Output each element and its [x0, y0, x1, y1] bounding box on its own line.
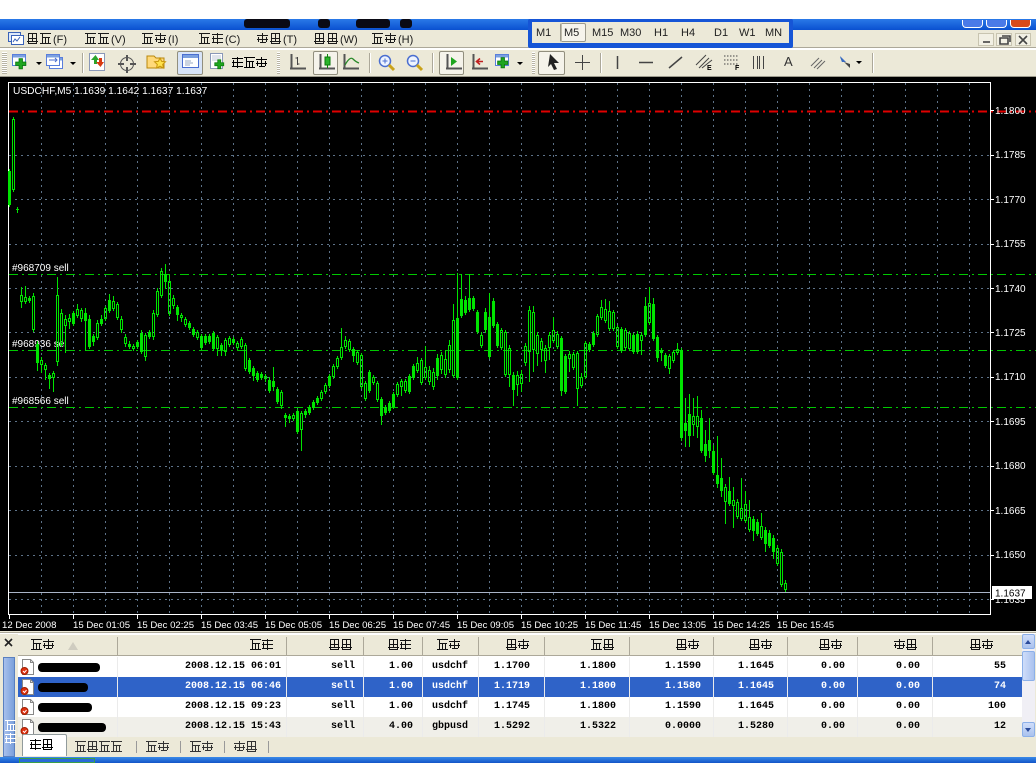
- svg-text:A: A: [784, 54, 793, 69]
- svg-text:15 Dec 09:05: 15 Dec 09:05: [457, 620, 514, 631]
- svg-text:E: E: [707, 65, 712, 72]
- svg-text:1.1637: 1.1637: [995, 589, 1026, 600]
- svg-text:1.1770: 1.1770: [995, 195, 1026, 206]
- svg-text:1.1650: 1.1650: [995, 550, 1026, 561]
- svg-text:1.1785: 1.1785: [995, 150, 1026, 161]
- svg-text:15 Dec 14:25: 15 Dec 14:25: [713, 620, 770, 631]
- svg-text:1.1755: 1.1755: [995, 239, 1026, 250]
- svg-text:15 Dec 11:45: 15 Dec 11:45: [585, 620, 641, 631]
- svg-text:1.1740: 1.1740: [995, 284, 1026, 295]
- svg-text:1.1695: 1.1695: [995, 417, 1026, 428]
- svg-text:1.1665: 1.1665: [995, 506, 1026, 517]
- svg-text:15 Dec 13:05: 15 Dec 13:05: [649, 620, 706, 631]
- svg-text:1.1725: 1.1725: [995, 328, 1026, 339]
- svg-text:#968709 sell: #968709 sell: [12, 263, 69, 274]
- svg-text:12 Dec 2008: 12 Dec 2008: [2, 620, 56, 631]
- svg-text:15 Dec 01:05: 15 Dec 01:05: [73, 620, 130, 631]
- svg-text:1.1800: 1.1800: [995, 106, 1026, 117]
- svg-text:15 Dec 05:05: 15 Dec 05:05: [265, 620, 322, 631]
- svg-text:15 Dec 02:25: 15 Dec 02:25: [137, 620, 194, 631]
- svg-text:#968566 sell: #968566 sell: [12, 396, 69, 407]
- svg-text:15 Dec 06:25: 15 Dec 06:25: [329, 620, 386, 631]
- svg-text:15 Dec 15:45: 15 Dec 15:45: [777, 620, 834, 631]
- svg-text:USDCHF,M5 1.1639 1.1642 1.163: USDCHF,M5 1.1639 1.1642 1.1637 1.1637: [13, 86, 208, 97]
- svg-text:F: F: [735, 65, 740, 72]
- svg-text:15 Dec 07:45: 15 Dec 07:45: [393, 620, 450, 631]
- svg-text:1.1680: 1.1680: [995, 461, 1026, 472]
- svg-text:1.1710: 1.1710: [995, 372, 1026, 383]
- svg-text:15 Dec 03:45: 15 Dec 03:45: [201, 620, 258, 631]
- svg-text:15 Dec 10:25: 15 Dec 10:25: [521, 620, 578, 631]
